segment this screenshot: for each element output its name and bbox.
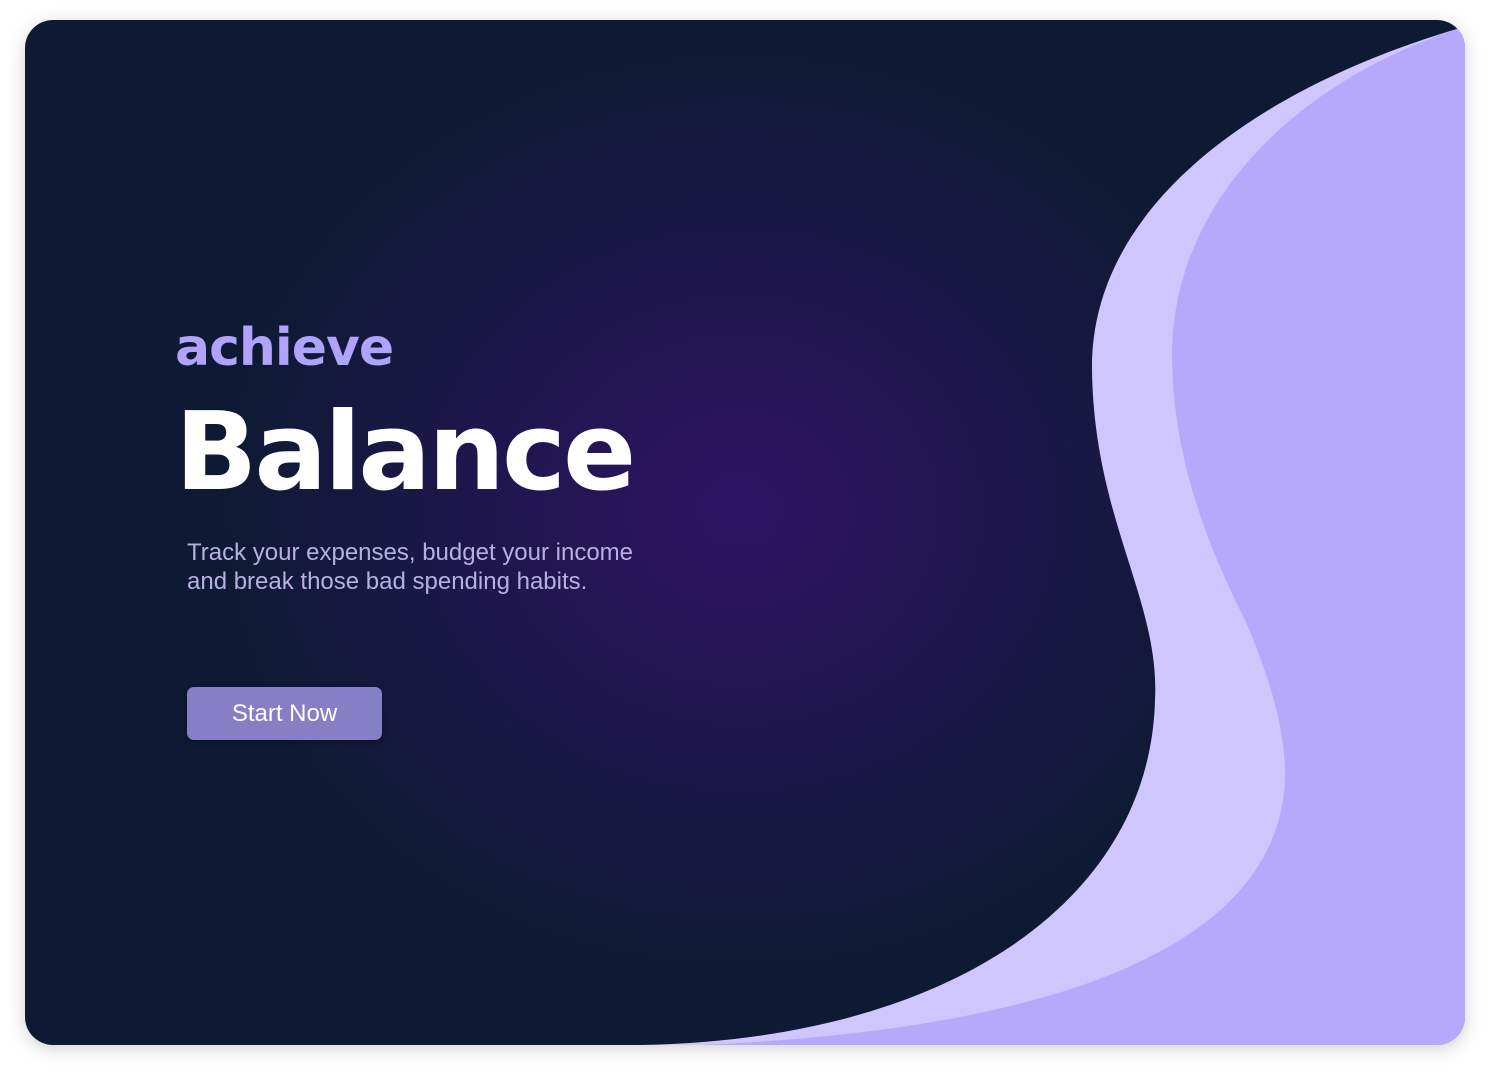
decorative-waves (640, 28, 1465, 1045)
hero-card: achieve Balance Track your expenses, bud… (25, 20, 1465, 1045)
hero-kicker: achieve (175, 318, 394, 378)
hero-description: Track your expenses, budget your income … (187, 539, 634, 595)
start-now-button[interactable]: Start Now (187, 687, 382, 740)
hero-title: Balance (175, 390, 636, 515)
